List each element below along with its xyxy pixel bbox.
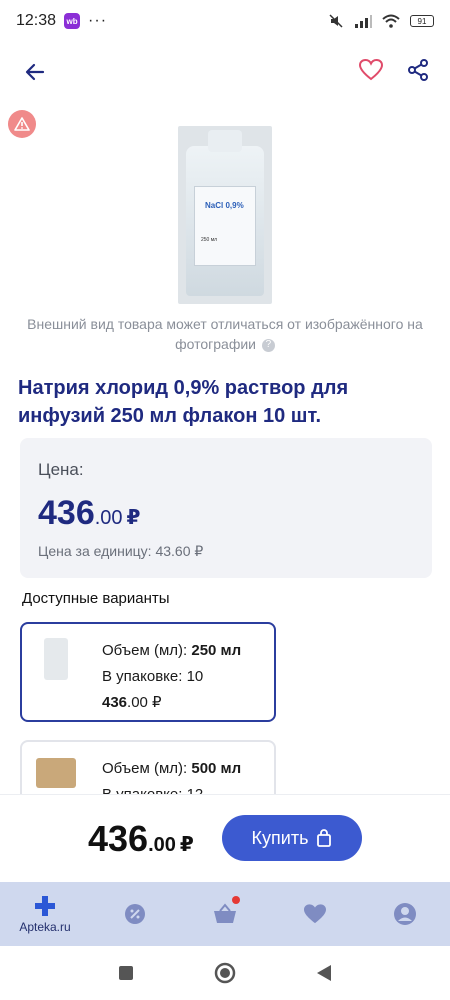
app-bar <box>0 42 450 102</box>
variant-thumbnail <box>36 758 76 788</box>
favorites-icon <box>304 904 326 924</box>
product-label-name: NaCl 0,9% <box>205 201 244 210</box>
price-per-unit: Цена за единицу: 43.60 ₽ <box>38 543 204 559</box>
variant-card-selected[interactable]: Объем (мл): 250 мл В упаковке: 10 436.00… <box>20 622 276 722</box>
bottom-nav: Apteka.ru <box>0 882 450 946</box>
variant-volume-value: 500 мл <box>191 760 242 777</box>
variants-title: Доступные варианты <box>22 590 170 607</box>
price-decimal: .00 <box>94 507 123 529</box>
variant-thumbnail <box>44 638 68 680</box>
variant-price-dec: .00 ₽ <box>127 694 162 711</box>
warning-icon <box>14 117 30 131</box>
share-icon <box>408 58 428 81</box>
share-button[interactable] <box>406 58 430 87</box>
signal-icon <box>355 15 372 28</box>
buy-button-label: Купить <box>251 827 309 848</box>
variant-volume-label: Объем (мл): <box>102 760 192 777</box>
wb-app-icon: wb <box>64 13 81 29</box>
nav-basket[interactable] <box>180 882 270 946</box>
image-disclaimer-text: Внешний вид товара может отличаться от и… <box>27 316 423 352</box>
nav-discounts[interactable] <box>90 882 180 946</box>
discount-icon <box>125 904 145 924</box>
product-title: Натрия хлорид 0,9% раствор для инфузий 2… <box>18 377 349 427</box>
home-icon[interactable] <box>214 962 236 984</box>
price-integer: 436 <box>38 494 95 532</box>
status-time: 12:38 <box>16 12 57 29</box>
price-label: Цена: <box>38 460 84 479</box>
variant-pack-label: В упаковке: <box>102 668 187 685</box>
nav-profile[interactable] <box>360 882 450 946</box>
question-icon[interactable]: ? <box>261 338 275 352</box>
price-value: 436.00 ₽ <box>38 494 414 533</box>
more-notifications-icon: ··· <box>88 12 108 29</box>
variant-price-int: 436 <box>102 694 128 711</box>
price-currency: ₽ <box>126 507 141 529</box>
buy-price-currency: ₽ <box>179 833 194 856</box>
profile-icon <box>394 903 416 925</box>
nav-favorites[interactable] <box>270 882 360 946</box>
nav-home-label: Apteka.ru <box>19 920 71 934</box>
product-label-volume: 250 мл <box>201 237 218 243</box>
buy-button[interactable]: Купить <box>222 815 362 861</box>
home-plus-icon <box>35 896 55 916</box>
system-back-icon[interactable] <box>316 964 332 982</box>
buy-bar: 436.00 ₽ Купить <box>0 794 450 882</box>
cap-shape <box>208 130 242 152</box>
buy-bar-price: 436.00 ₽ <box>88 818 194 860</box>
back-arrow-icon <box>25 63 45 81</box>
price-card: Цена: 436.00 ₽ Цена за единицу: 43.60 ₽ <box>20 438 432 578</box>
variant-volume-label: Объем (мл): <box>102 642 192 659</box>
buy-price-integer: 436 <box>88 817 149 859</box>
wifi-icon <box>382 14 400 28</box>
image-disclaimer: Внешний вид товара может отличаться от и… <box>20 314 430 354</box>
product-image[interactable]: NaCl 0,9% 250 мл <box>178 126 272 304</box>
nav-home[interactable]: Apteka.ru <box>0 882 90 946</box>
recent-apps-icon[interactable] <box>118 965 134 981</box>
bag-icon <box>317 829 332 847</box>
back-button[interactable] <box>20 57 50 87</box>
product-label: NaCl 0,9% 250 мл <box>194 186 256 266</box>
buy-price-decimal: .00 <box>148 833 176 856</box>
battery-icon: 91 <box>410 15 434 27</box>
favorite-button[interactable] <box>358 58 384 87</box>
basket-badge <box>232 896 240 904</box>
heart-icon <box>358 58 384 80</box>
basket-icon <box>214 903 236 923</box>
variant-volume-value: 250 мл <box>191 642 242 659</box>
mute-icon <box>329 14 343 28</box>
system-nav-bar <box>0 946 450 1000</box>
status-bar: 12:38 wb ··· 91 <box>0 0 450 42</box>
warning-badge[interactable] <box>8 110 36 138</box>
variant-details: Объем (мл): 250 мл В упаковке: 10 436.00… <box>102 638 241 716</box>
variant-pack-value: 10 <box>186 668 204 685</box>
